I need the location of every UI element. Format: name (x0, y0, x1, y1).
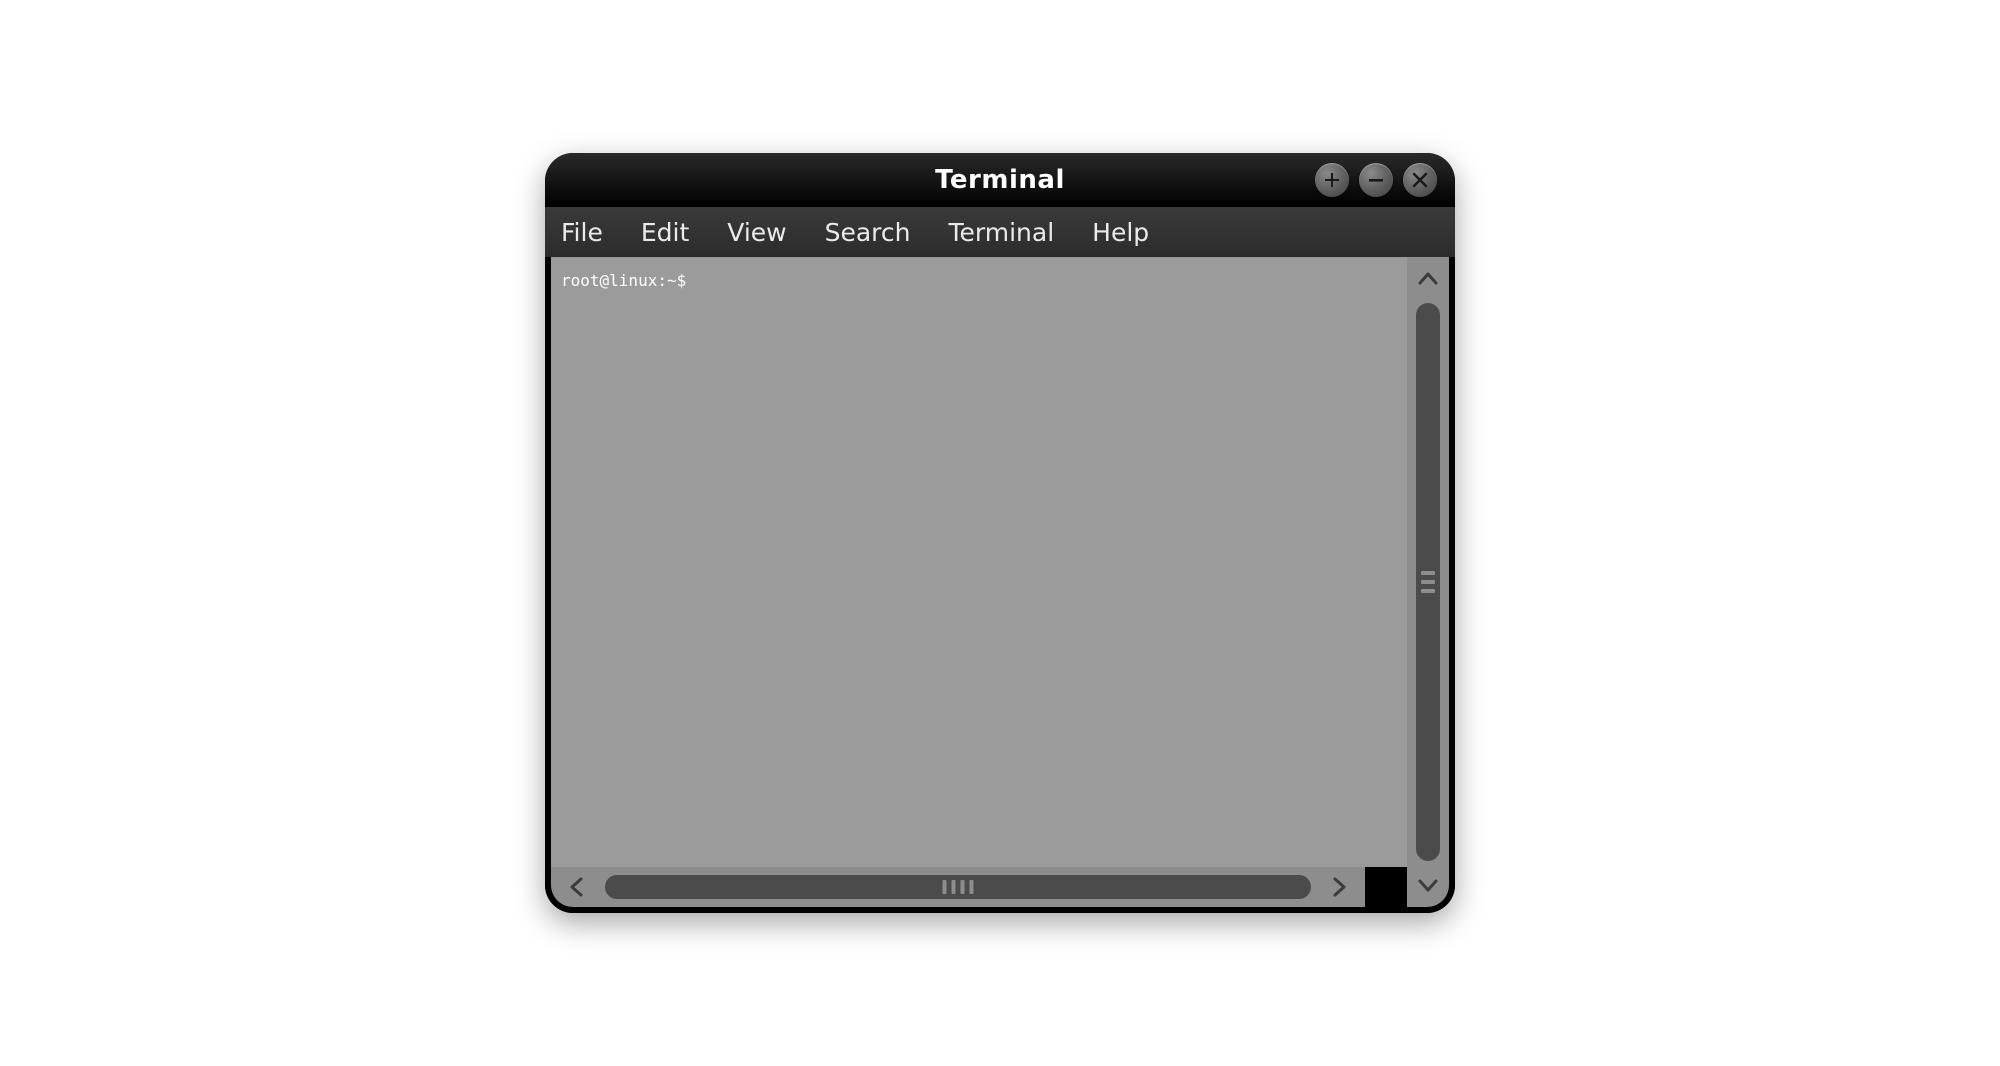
terminal-window: Terminal File Edit View Search Terminal … (545, 153, 1455, 913)
menu-terminal[interactable]: Terminal (946, 214, 1056, 251)
vertical-scroll-grip (1421, 571, 1435, 593)
horizontal-scroll-track[interactable] (605, 875, 1311, 899)
chevron-left-icon (567, 876, 589, 898)
scroll-left-button[interactable] (561, 873, 595, 901)
vertical-scrollbar[interactable] (1407, 257, 1449, 907)
scroll-down-button[interactable] (1414, 869, 1442, 899)
menu-help[interactable]: Help (1090, 214, 1151, 251)
menubar: File Edit View Search Terminal Help (545, 207, 1455, 257)
horizontal-scroll-grip (943, 880, 974, 894)
close-button[interactable] (1403, 163, 1437, 197)
close-icon (1411, 171, 1429, 189)
menu-edit[interactable]: Edit (639, 214, 691, 251)
scroll-right-button[interactable] (1321, 873, 1355, 901)
terminal-output-area[interactable]: root@linux:~$ (551, 257, 1407, 867)
chevron-down-icon (1417, 873, 1439, 895)
scrollbar-corner (1365, 867, 1407, 907)
vertical-scroll-track[interactable] (1416, 303, 1440, 861)
menu-view[interactable]: View (725, 214, 788, 251)
terminal-prompt: root@linux:~$ (551, 257, 1407, 304)
scroll-up-button[interactable] (1414, 265, 1442, 295)
content-column: root@linux:~$ (551, 257, 1407, 907)
menu-search[interactable]: Search (823, 214, 913, 251)
window-controls (1315, 163, 1437, 197)
chevron-right-icon (1327, 876, 1349, 898)
horizontal-scrollbar[interactable] (551, 867, 1365, 907)
plus-icon (1323, 171, 1341, 189)
titlebar: Terminal (545, 153, 1455, 207)
window-title: Terminal (935, 165, 1065, 195)
client-area: root@linux:~$ (545, 257, 1455, 913)
maximize-button[interactable] (1315, 163, 1349, 197)
minimize-button[interactable] (1359, 163, 1393, 197)
menu-file[interactable]: File (559, 214, 605, 251)
chevron-up-icon (1417, 269, 1439, 291)
minus-icon (1367, 171, 1385, 189)
